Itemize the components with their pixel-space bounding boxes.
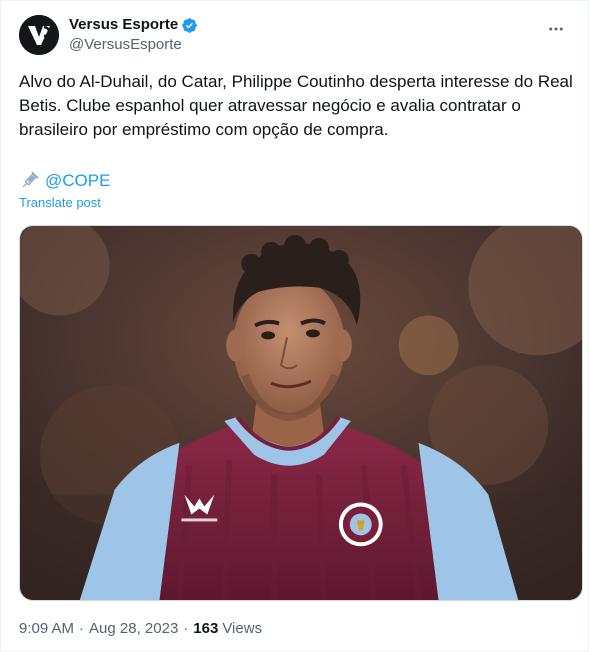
separator: · — [79, 620, 85, 637]
translate-post-link[interactable]: Translate post — [19, 195, 101, 211]
tweet-card: Versus Esporte @VersusEsporte Alvo do Al… — [0, 0, 589, 652]
separator: · — [183, 620, 189, 637]
tweet-header: Versus Esporte @VersusEsporte — [19, 13, 576, 57]
views-count: 163 — [193, 620, 219, 637]
post-text: Alvo do Al-Duhail, do Catar, Philippe Co… — [19, 72, 573, 139]
source-line: @COPE — [19, 169, 110, 193]
verified-badge-icon — [182, 17, 197, 33]
avatar[interactable] — [19, 15, 59, 55]
versus-logo-icon — [19, 15, 59, 55]
post-media-photo[interactable] — [19, 225, 583, 601]
source-link[interactable]: @COPE — [45, 169, 110, 193]
author-names: Versus Esporte @VersusEsporte — [69, 15, 198, 55]
more-dots-icon — [549, 27, 563, 31]
post-date[interactable]: Aug 28, 2023 — [89, 619, 178, 639]
football-player-photo — [20, 226, 582, 600]
name-row: Versus Esporte — [69, 15, 198, 35]
more-options-button[interactable] — [542, 15, 570, 43]
author-handle[interactable]: @VersusEsporte — [69, 35, 198, 55]
author-display-name[interactable]: Versus Esporte — [69, 15, 178, 35]
post-time[interactable]: 9:09 AM — [19, 619, 74, 639]
syringe-icon — [22, 171, 39, 188]
post-meta: 9:09 AM · Aug 28, 2023 · 163 Views — [19, 619, 262, 639]
views-label: Views — [222, 620, 263, 637]
